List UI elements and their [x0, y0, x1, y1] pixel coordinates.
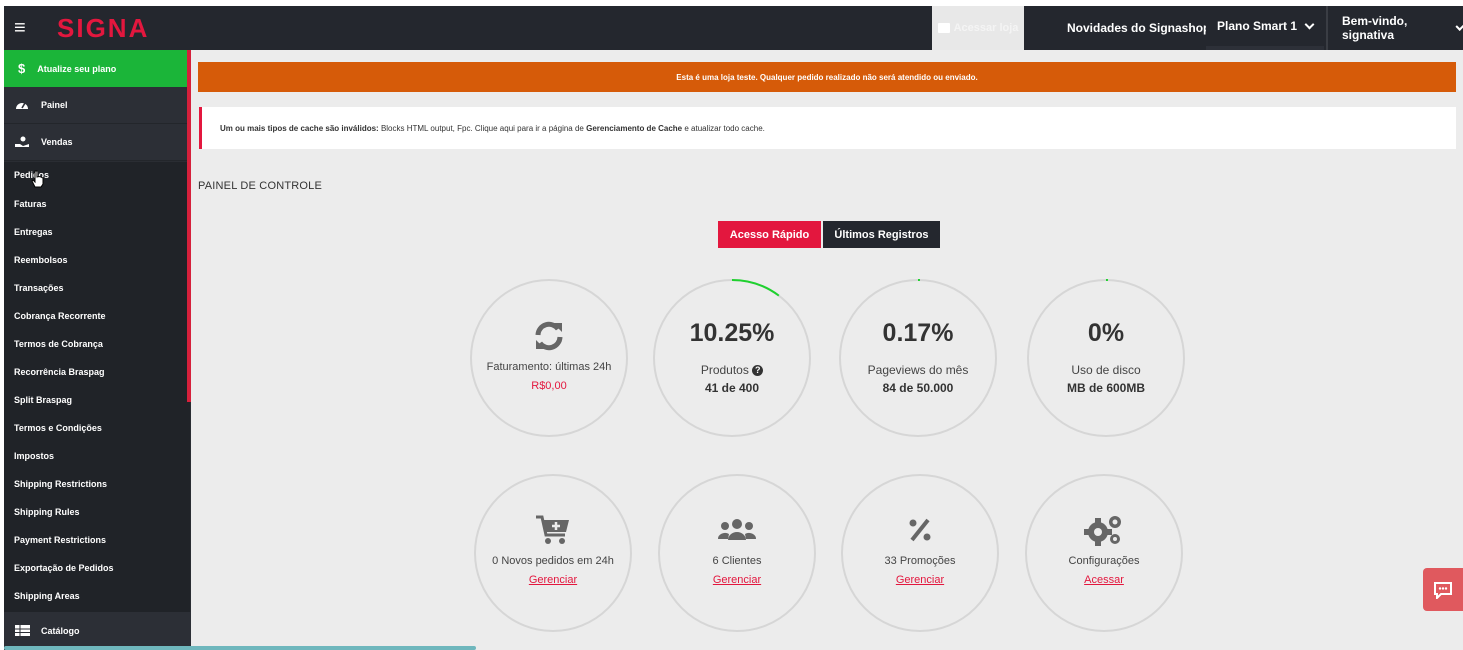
hand-cursor-icon [31, 170, 45, 191]
cache-notice-text: e atualizar todo cache. [682, 123, 765, 133]
sidebar-item-label: Vendas [41, 137, 73, 147]
sales-submenu: Pedidos Faturas Entregas Reembolsos Tran… [4, 162, 190, 612]
sidebar-subitem[interactable]: Payment Restrictions [14, 535, 106, 545]
pageviews-value: 84 de 50.000 [882, 381, 954, 395]
sidebar-subitem[interactable]: Recorrência Braspag [14, 367, 105, 377]
store-link-label: Acessar loja [953, 22, 1019, 34]
sidebar-subitem[interactable]: Reembolsos [14, 255, 68, 265]
revenue-value: R$0,00 [531, 380, 567, 392]
plan-dropdown[interactable]: Plano Smart 1 [1206, 6, 1324, 50]
sidebar-subitem[interactable]: Impostos [14, 451, 54, 461]
hand-coin-icon [14, 136, 30, 148]
orders-card: 0 Novos pedidos em 24h Gerenciar [474, 474, 632, 632]
disk-value: MB de 600MB [1066, 381, 1146, 395]
tab-latest-records[interactable]: Últimos Registros [823, 221, 940, 248]
chat-button[interactable] [1423, 568, 1463, 611]
products-percent: 10.25% [689, 319, 775, 347]
sidebar-subitem[interactable]: Entregas [14, 227, 53, 237]
sidebar: $ Atualize seu plano Painel Vendas Pedid… [4, 50, 191, 650]
cogs-icon [1027, 514, 1181, 546]
disk-label: Uso de disco [1071, 363, 1141, 377]
percent-icon [843, 518, 997, 542]
sidebar-subitem[interactable]: Exportação de Pedidos [14, 563, 114, 573]
sidebar-item-label: Painel [41, 100, 68, 110]
sidebar-item-sales[interactable]: Vendas [4, 124, 191, 161]
store-icon [937, 23, 950, 33]
cart-plus-icon [476, 514, 630, 546]
orders-manage-link[interactable]: Gerenciar [476, 574, 630, 586]
upgrade-label: Atualize seu plano [37, 63, 117, 74]
sidebar-subitem[interactable]: Shipping Areas [14, 591, 80, 601]
store-link[interactable]: Acessar loja [932, 6, 1024, 50]
users-icon [660, 518, 814, 542]
customers-manage-link[interactable]: Gerenciar [660, 574, 814, 586]
pageviews-percent: 0.17% [882, 319, 954, 347]
cache-management-link[interactable]: Gerenciamento de Cache [586, 124, 682, 133]
news-link[interactable]: Novidades do Signashop [1067, 6, 1210, 50]
sidebar-subitem[interactable]: Split Braspag [14, 395, 72, 405]
sidebar-item-label: Catálogo [41, 625, 80, 636]
customers-label: 6 Clientes [712, 555, 762, 567]
sidebar-item-catalog[interactable]: Catálogo [4, 612, 191, 649]
test-store-banner: Esta é uma loja teste. Qualquer pedido r… [198, 62, 1456, 92]
page-title: PAINEL DE CONTROLE [198, 180, 323, 192]
user-menu[interactable]: Bem-vindo, signativa [1326, 6, 1463, 50]
plan-label: Plano Smart 1 [1216, 19, 1298, 33]
settings-access-link[interactable]: Acessar [1027, 574, 1181, 586]
products-value: 41 de 400 [704, 381, 760, 395]
dollar-icon: $ [18, 61, 26, 76]
settings-card: Configurações Acessar [1025, 474, 1183, 632]
sidebar-subitem[interactable]: Shipping Restrictions [14, 479, 107, 489]
main-content: Esta é uma loja teste. Qualquer pedido r… [191, 50, 1463, 650]
table-icon [14, 625, 30, 637]
cache-notice[interactable]: Um ou mais tipos de cache são inválidos:… [199, 107, 1456, 149]
sidebar-item-panel[interactable]: Painel [4, 87, 191, 124]
horizontal-scrollbar[interactable] [4, 646, 476, 650]
chevron-down-icon [1304, 19, 1315, 29]
pageviews-label: Pageviews do mês [867, 363, 969, 377]
disk-percent: 0% [1087, 319, 1125, 347]
sidebar-subitem[interactable]: Transações [14, 283, 64, 293]
sidebar-subitem[interactable]: Shipping Rules [14, 507, 80, 517]
pageviews-card: 0.17% Pageviews do mês 84 de 50.000 [839, 279, 997, 437]
promotions-card: 33 Promoções Gerenciar [841, 474, 999, 632]
refresh-icon [472, 319, 626, 353]
chat-icon [1434, 581, 1452, 599]
customers-card: 6 Clientes Gerenciar [658, 474, 816, 632]
products-card: 10.25% Produtos ? 41 de 400 [653, 279, 811, 437]
revenue-label: Faturamento: últimas 24h [486, 361, 612, 373]
revenue-card: Faturamento: últimas 24h R$0,00 [470, 279, 628, 437]
cache-notice-title: Um ou mais tipos de cache são inválidos: [220, 123, 379, 133]
menu-icon[interactable]: ≡ [14, 18, 26, 38]
top-bar: ≡ SIGNA Acessar loja Novidades do Signas… [4, 6, 1463, 50]
sidebar-subitem[interactable]: Termos de Cobrança [14, 339, 103, 349]
logo[interactable]: SIGNA [57, 14, 149, 42]
orders-label: 0 Novos pedidos em 24h [492, 555, 614, 567]
dashboard-icon [14, 99, 30, 111]
sidebar-subitem[interactable]: Termos e Condições [14, 423, 102, 433]
tab-quick-access[interactable]: Acesso Rápido [718, 221, 821, 248]
disk-card: 0% Uso de disco MB de 600MB [1027, 279, 1185, 437]
sidebar-subitem[interactable]: Cobrança Recorrente [14, 311, 106, 321]
cache-notice-text: Blocks HTML output, Fpc. Clique aqui par… [378, 123, 587, 133]
question-circle-icon[interactable]: ? [752, 365, 764, 377]
welcome-label: Bem-vindo, signativa [1342, 14, 1408, 42]
promotions-manage-link[interactable]: Gerenciar [843, 574, 997, 586]
products-label: Produtos ? [655, 363, 809, 377]
upgrade-plan-button[interactable]: $ Atualize seu plano [4, 50, 191, 87]
settings-label: Configurações [1068, 555, 1140, 567]
chevron-down-icon [1455, 21, 1463, 31]
promotions-label: 33 Promoções [884, 555, 956, 567]
sidebar-subitem[interactable]: Faturas [14, 199, 47, 209]
